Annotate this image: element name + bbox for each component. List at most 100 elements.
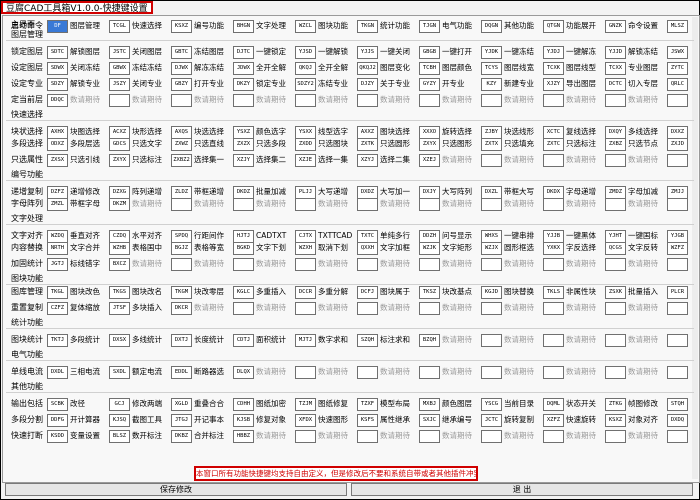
shortcut-input[interactable]: DQML — [543, 398, 564, 411]
shortcut-input[interactable] — [667, 154, 688, 167]
shortcut-input[interactable] — [481, 430, 502, 443]
shortcut-input[interactable]: KSXZ — [605, 414, 626, 427]
shortcut-input[interactable]: ZXTX — [481, 138, 502, 151]
shortcut-input[interactable]: GNZK — [605, 20, 626, 33]
shortcut-input[interactable]: WZXH — [295, 242, 316, 255]
shortcut-input[interactable] — [543, 154, 564, 167]
shortcut-input[interactable] — [667, 334, 688, 347]
shortcut-input[interactable]: TKLS — [543, 286, 564, 299]
shortcut-input[interactable]: GBWX — [109, 62, 130, 75]
shortcut-input[interactable] — [419, 302, 440, 315]
shortcut-input[interactable]: MXBJ — [419, 398, 440, 411]
shortcut-input[interactable] — [171, 94, 192, 107]
shortcut-input[interactable] — [543, 366, 564, 379]
shortcut-input[interactable]: GDCS — [109, 138, 130, 151]
shortcut-input[interactable]: DKZY — [233, 78, 254, 91]
shortcut-input[interactable]: TKGM — [171, 286, 192, 299]
shortcut-input[interactable]: ODXZ — [47, 138, 68, 151]
shortcut-input[interactable] — [295, 366, 316, 379]
shortcut-input[interactable] — [357, 198, 378, 211]
shortcut-input[interactable]: XZJY — [233, 154, 254, 167]
shortcut-input[interactable]: XZYJ — [357, 154, 378, 167]
shortcut-input[interactable]: KSFS — [357, 414, 378, 427]
shortcut-input[interactable] — [667, 366, 688, 379]
shortcut-input[interactable]: DCCR — [295, 286, 316, 299]
shortcut-input[interactable]: JSWX — [667, 46, 688, 59]
shortcut-input[interactable] — [171, 198, 192, 211]
shortcut-input[interactable]: ZXYX — [419, 138, 440, 151]
shortcut-input[interactable]: CDHH — [233, 398, 254, 411]
shortcut-input[interactable]: XFDX — [295, 414, 316, 427]
shortcut-input[interactable] — [295, 430, 316, 443]
shortcut-input[interactable] — [481, 198, 502, 211]
shortcut-input[interactable] — [605, 154, 626, 167]
shortcut-input[interactable] — [605, 198, 626, 211]
shortcut-input[interactable] — [419, 258, 440, 271]
shortcut-input[interactable] — [543, 258, 564, 271]
shortcut-input[interactable]: YJJD — [605, 46, 626, 59]
shortcut-input[interactable] — [667, 258, 688, 271]
shortcut-input[interactable]: SDZY — [47, 78, 68, 91]
shortcut-input[interactable] — [295, 198, 316, 211]
shortcut-input[interactable]: TJGN — [419, 20, 440, 33]
shortcut-input[interactable]: JSTC — [109, 46, 130, 59]
shortcut-input[interactable]: SCBK — [47, 398, 68, 411]
shortcut-input[interactable]: DF — [47, 20, 68, 33]
shortcut-input[interactable]: SXJC — [419, 414, 440, 427]
shortcut-input[interactable]: BLSZ — [109, 430, 130, 443]
shortcut-input[interactable]: TKTJ — [47, 334, 68, 347]
shortcut-input[interactable]: TKGN — [357, 20, 378, 33]
shortcut-input[interactable]: ZXBZ2 — [171, 154, 192, 167]
shortcut-input[interactable] — [171, 258, 192, 271]
shortcut-input[interactable] — [605, 302, 626, 315]
shortcut-input[interactable]: TCGL — [109, 20, 130, 33]
shortcut-input[interactable]: YJSD — [295, 46, 316, 59]
shortcut-input[interactable]: JGTJ — [47, 258, 68, 271]
shortcut-input[interactable] — [233, 302, 254, 315]
shortcut-input[interactable]: CZFZ — [47, 302, 68, 315]
shortcut-input[interactable]: KGJD — [481, 286, 502, 299]
shortcut-input[interactable]: TKGL — [47, 286, 68, 299]
shortcut-input[interactable] — [295, 302, 316, 315]
shortcut-input[interactable]: YJJS — [357, 46, 378, 59]
shortcut-input[interactable] — [543, 198, 564, 211]
shortcut-input[interactable] — [481, 366, 502, 379]
shortcut-input[interactable] — [667, 302, 688, 315]
shortcut-input[interactable] — [357, 302, 378, 315]
shortcut-input[interactable]: TKGS — [109, 286, 130, 299]
shortcut-input[interactable]: PLCR — [667, 286, 688, 299]
shortcut-input[interactable]: XZFZ — [543, 414, 564, 427]
shortcut-input[interactable] — [481, 94, 502, 107]
shortcut-input[interactable]: ZXSX — [47, 154, 68, 167]
shortcut-input[interactable] — [481, 302, 502, 315]
shortcut-input[interactable]: KJSQ — [109, 414, 130, 427]
shortcut-input[interactable] — [481, 258, 502, 271]
shortcut-input[interactable]: MJTJ — [295, 334, 316, 347]
shortcut-input[interactable]: JDWX — [233, 62, 254, 75]
shortcut-input[interactable] — [667, 430, 688, 443]
shortcut-input[interactable]: WZFZ — [667, 242, 688, 255]
shortcut-input[interactable]: BZQH — [419, 334, 440, 347]
shortcut-input[interactable]: YSCG — [481, 398, 502, 411]
shortcut-input[interactable]: BGKD — [233, 242, 254, 255]
shortcut-input[interactable]: KSDD — [47, 430, 68, 443]
shortcut-input[interactable]: QTGN — [543, 20, 564, 33]
shortcut-input[interactable] — [543, 94, 564, 107]
shortcut-input[interactable]: ZMZL — [47, 198, 68, 211]
shortcut-input[interactable]: KGLC — [233, 286, 254, 299]
shortcut-input[interactable]: TZXF — [357, 398, 378, 411]
shortcut-input[interactable] — [605, 334, 626, 347]
shortcut-input[interactable]: QXXH — [357, 242, 378, 255]
shortcut-input[interactable]: XZJE — [295, 154, 316, 167]
shortcut-input[interactable]: TZJM — [295, 398, 316, 411]
shortcut-input[interactable]: YJDK — [481, 46, 502, 59]
shortcut-input[interactable] — [543, 430, 564, 443]
shortcut-input[interactable] — [419, 94, 440, 107]
shortcut-input[interactable]: DCFJ — [357, 286, 378, 299]
shortcut-input[interactable]: DKZM — [109, 198, 130, 211]
shortcut-input[interactable]: JCTC — [481, 414, 502, 427]
shortcut-input[interactable]: QKQJ — [295, 62, 316, 75]
shortcut-input[interactable] — [543, 334, 564, 347]
shortcut-input[interactable]: DXSX — [109, 334, 130, 347]
shortcut-input[interactable]: DXDL — [47, 366, 68, 379]
